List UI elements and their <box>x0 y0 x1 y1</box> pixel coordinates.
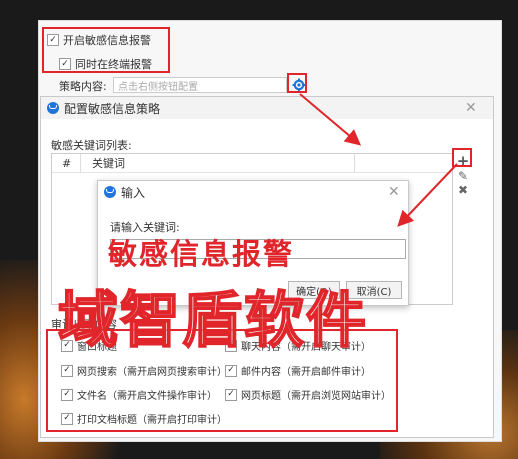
arrow-plus-to-input <box>397 163 458 227</box>
annotation-arrows <box>299 93 458 227</box>
arrow-gear-to-dialog <box>299 93 362 146</box>
